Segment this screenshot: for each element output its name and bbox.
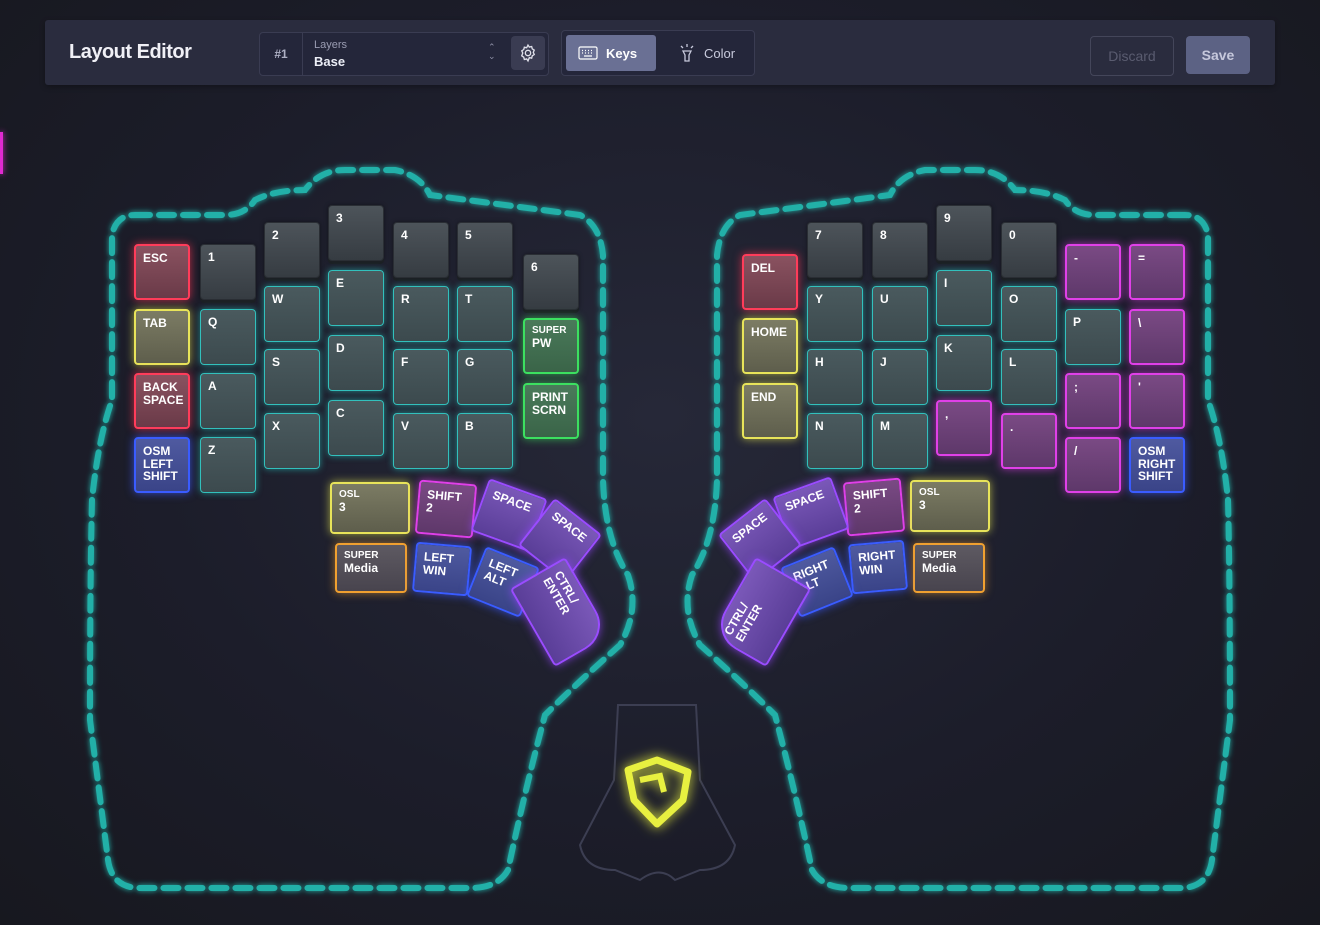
key-y[interactable]: Y [807,286,863,342]
key-super-pw[interactable]: SUPER PW [523,318,579,374]
key-shift-2-left[interactable]: SHIFT 2 [414,479,478,539]
key-g[interactable]: G [457,349,513,405]
key-9[interactable]: 9 [936,205,992,261]
key-b[interactable]: B [457,413,513,469]
key-osl-3-right[interactable]: OSL 3 [910,480,990,532]
key-backspace[interactable]: BACK SPACE [134,373,190,429]
key-n[interactable]: N [807,413,863,469]
key-label: OSL [339,489,360,500]
key-h[interactable]: H [807,349,863,405]
key-backslash[interactable]: \ [1129,309,1185,365]
key-q[interactable]: Q [200,309,256,365]
key-j[interactable]: J [872,349,928,405]
key-label: Media [922,560,957,575]
key-l[interactable]: L [1001,349,1057,405]
key-f[interactable]: F [393,349,449,405]
key-tab[interactable]: TAB [134,309,190,365]
key-label: SCRN [532,402,567,417]
key-label: 2 [425,499,434,515]
key-z[interactable]: Z [200,437,256,493]
key-e[interactable]: E [328,270,384,326]
key-osl-3-left[interactable]: OSL 3 [330,482,410,534]
key-label: Media [344,560,379,575]
key-label: OSL [919,487,940,498]
key-t[interactable]: T [457,286,513,342]
key-comma[interactable]: , [936,400,992,456]
key-label: SHIFT [1138,469,1173,484]
key-label: 3 [919,497,926,512]
key-8[interactable]: 8 [872,222,928,278]
key-label: WIN [858,561,884,578]
key-label: SHIFT [143,469,178,484]
key-p[interactable]: P [1065,309,1121,365]
key-shift-2-right[interactable]: SHIFT 2 [842,477,906,537]
key-equals[interactable]: = [1129,244,1185,300]
key-left-win[interactable]: LEFT WIN [411,541,473,597]
zsa-logo-icon [624,756,692,828]
key-right-win[interactable]: RIGHT WIN [847,539,909,595]
key-3[interactable]: 3 [328,205,384,261]
key-c[interactable]: C [328,400,384,456]
key-minus[interactable]: - [1065,244,1121,300]
key-a[interactable]: A [200,373,256,429]
key-del[interactable]: DEL [742,254,798,310]
key-end[interactable]: END [742,383,798,439]
key-slash[interactable]: / [1065,437,1121,493]
key-w[interactable]: W [264,286,320,342]
key-m[interactable]: M [872,413,928,469]
key-osm-right-shift[interactable]: OSM RIGHT SHIFT [1129,437,1185,493]
key-label: 2 [853,500,862,516]
key-5[interactable]: 5 [457,222,513,278]
key-7[interactable]: 7 [807,222,863,278]
key-s[interactable]: S [264,349,320,405]
key-6[interactable]: 6 [523,254,579,310]
keyboard-outline [86,167,1234,891]
key-home[interactable]: HOME [742,318,798,374]
key-0[interactable]: 0 [1001,222,1057,278]
palm-rest-outline [578,704,737,882]
key-4[interactable]: 4 [393,222,449,278]
key-v[interactable]: V [393,413,449,469]
key-2[interactable]: 2 [264,222,320,278]
key-super-media-left[interactable]: SUPER Media [335,543,407,593]
key-quote[interactable]: ' [1129,373,1185,429]
key-x[interactable]: X [264,413,320,469]
key-osm-left-shift[interactable]: OSM LEFT SHIFT [134,437,190,493]
key-u[interactable]: U [872,286,928,342]
key-1[interactable]: 1 [200,244,256,300]
key-i[interactable]: I [936,270,992,326]
key-period[interactable]: . [1001,413,1057,469]
key-semicolon[interactable]: ; [1065,373,1121,429]
key-o[interactable]: O [1001,286,1057,342]
key-d[interactable]: D [328,335,384,391]
key-label: WIN [422,561,447,578]
key-r[interactable]: R [393,286,449,342]
key-label: SPACE [143,392,184,407]
key-label: PW [532,335,552,350]
key-label: 3 [339,499,346,514]
key-k[interactable]: K [936,335,992,391]
key-print-scrn[interactable]: PRINT SCRN [523,383,579,439]
key-super-media-right[interactable]: SUPER Media [913,543,985,593]
key-esc[interactable]: ESC [134,244,190,300]
